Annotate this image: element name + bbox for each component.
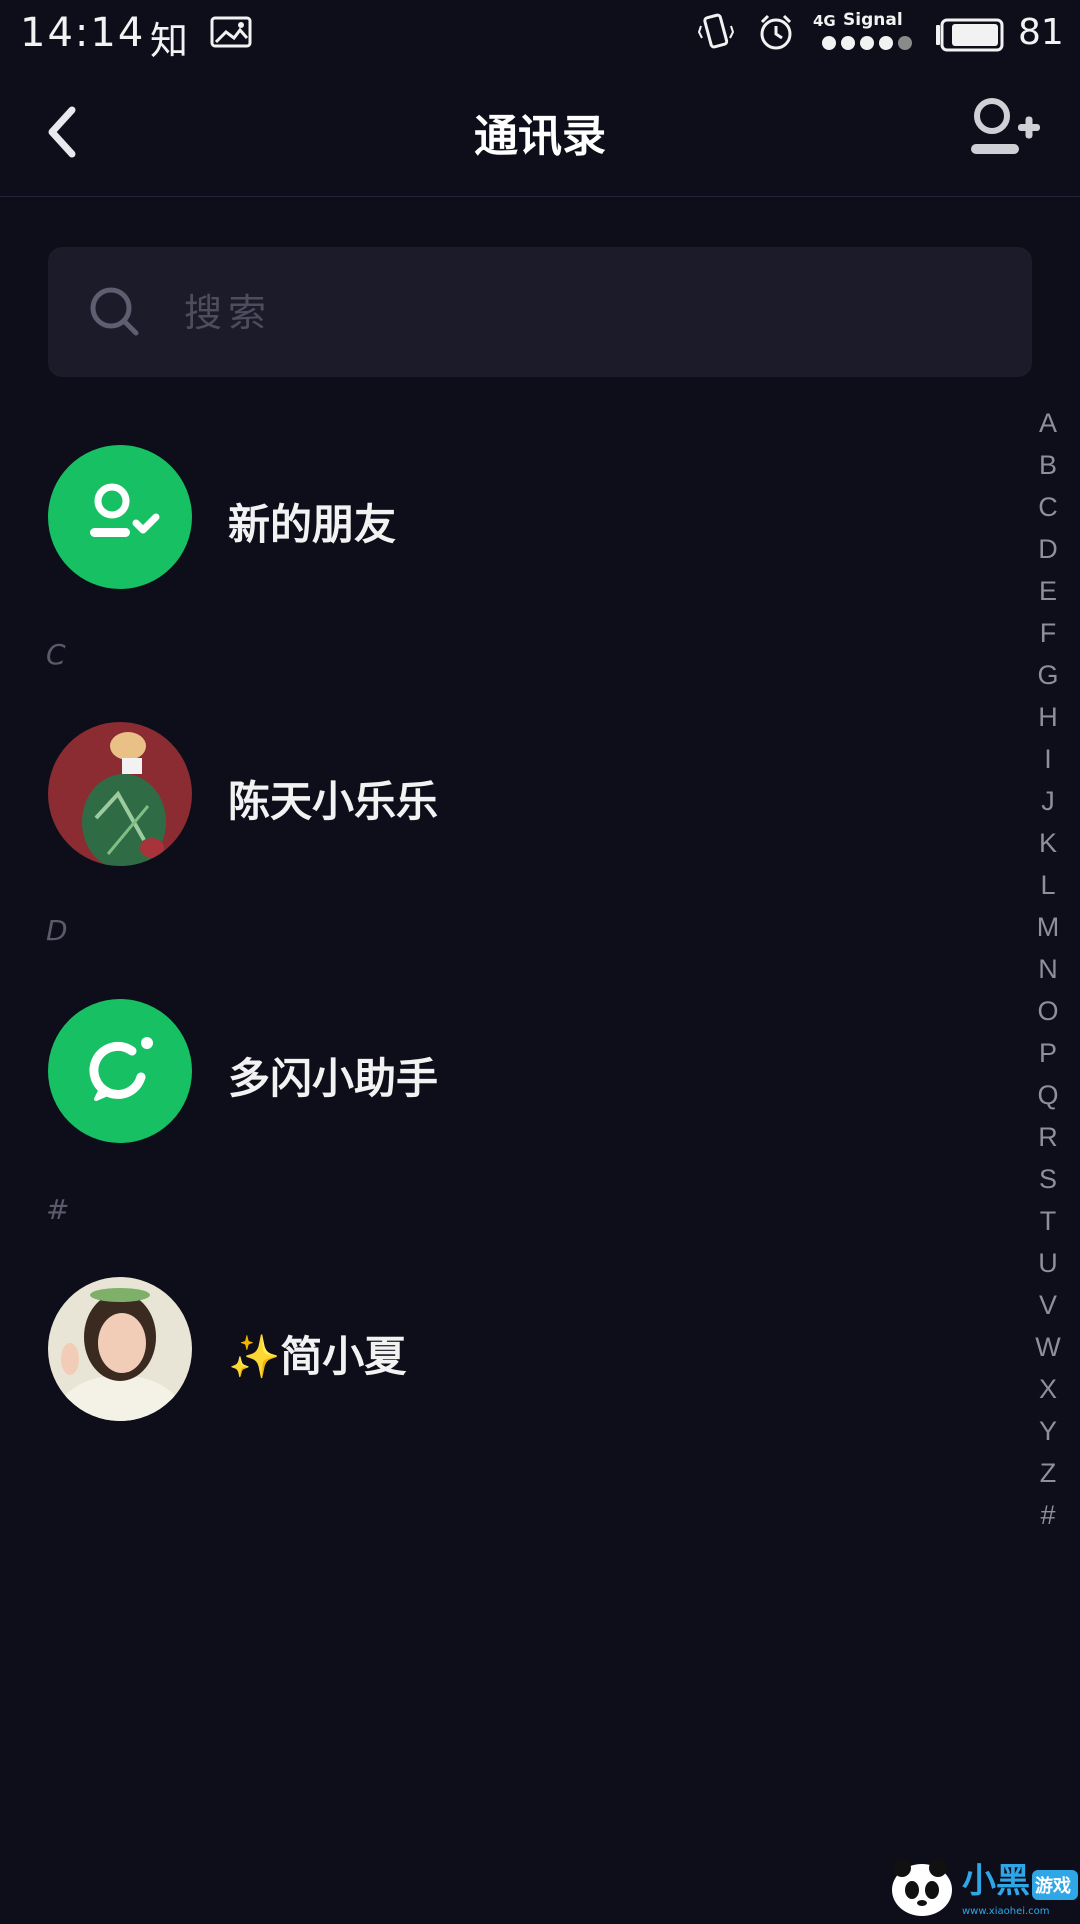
contact-item[interactable]: 多闪小助手: [0, 999, 1010, 1143]
index-letter[interactable]: L: [1040, 864, 1055, 906]
search-input[interactable]: [182, 247, 986, 379]
vibrate-icon: [696, 12, 736, 56]
index-letter[interactable]: F: [1040, 612, 1057, 654]
index-letter[interactable]: Q: [1037, 1074, 1058, 1116]
index-letter[interactable]: M: [1037, 906, 1060, 948]
contact-name: ✨简小夏: [228, 1332, 407, 1381]
status-app-label: 知: [150, 19, 189, 63]
index-letter[interactable]: T: [1040, 1200, 1057, 1242]
section-header-d: D: [46, 914, 68, 947]
battery-icon: [934, 18, 1006, 56]
index-letter[interactable]: G: [1037, 654, 1058, 696]
new-friends-icon: [48, 445, 192, 589]
battery-level: 81: [1018, 12, 1064, 53]
alphabet-index[interactable]: A B C D E F G H I J K L M N O P Q R S T U V W X Y Z #: [1028, 402, 1068, 1536]
contact-name: 陈天小乐乐: [228, 777, 439, 826]
svg-text:黑: 黑: [996, 1861, 1030, 1901]
svg-text:游戏: 游戏: [1035, 1875, 1071, 1897]
page-title: 通讯录: [474, 111, 606, 162]
network-type: 4G: [813, 12, 836, 30]
avatar: [48, 722, 192, 866]
avatar: [48, 1277, 192, 1421]
status-time: 14:14: [20, 10, 146, 56]
contact-item[interactable]: ✨简小夏: [0, 1277, 1010, 1421]
index-letter[interactable]: B: [1039, 444, 1057, 486]
index-letter[interactable]: E: [1039, 570, 1057, 612]
index-letter[interactable]: H: [1038, 696, 1058, 738]
alarm-icon: [756, 12, 796, 56]
index-letter[interactable]: N: [1038, 948, 1058, 990]
index-letter[interactable]: V: [1039, 1284, 1057, 1326]
add-friend-icon: [971, 98, 1040, 154]
signal-label: Signal: [843, 10, 903, 30]
index-letter[interactable]: #: [1040, 1494, 1055, 1536]
index-letter[interactable]: X: [1039, 1368, 1057, 1410]
section-header-hash: #: [46, 1193, 70, 1226]
index-letter[interactable]: A: [1039, 402, 1057, 444]
index-letter[interactable]: C: [1038, 486, 1058, 528]
index-letter[interactable]: W: [1035, 1326, 1060, 1368]
index-letter[interactable]: R: [1038, 1116, 1058, 1158]
svg-text:www.xiaohei.com: www.xiaohei.com: [962, 1906, 1050, 1917]
index-letter[interactable]: O: [1037, 990, 1058, 1032]
index-letter[interactable]: Z: [1040, 1452, 1057, 1494]
index-letter[interactable]: J: [1041, 780, 1055, 822]
new-friends-label: 新的朋友: [228, 500, 397, 549]
status-bar: 14:14 知 4G Signal 81: [0, 0, 1080, 70]
gallery-icon: [210, 16, 252, 52]
new-friends-item[interactable]: 新的朋友: [0, 445, 1010, 589]
add-friend-button[interactable]: [966, 96, 1042, 166]
header-bar: 通讯录: [0, 70, 1080, 197]
signal-strength-icon: [822, 36, 912, 50]
index-letter[interactable]: D: [1038, 528, 1058, 570]
index-letter[interactable]: Y: [1039, 1410, 1057, 1452]
index-letter[interactable]: U: [1038, 1242, 1058, 1284]
index-letter[interactable]: K: [1039, 822, 1057, 864]
svg-text:小: 小: [962, 1861, 996, 1901]
watermark-logo: 小 黑 游戏 www.xiaohei.com: [886, 1848, 1080, 1924]
index-letter[interactable]: I: [1044, 738, 1052, 780]
index-letter[interactable]: P: [1039, 1032, 1057, 1074]
contact-name: 多闪小助手: [228, 1054, 439, 1103]
search-box[interactable]: [48, 247, 1032, 379]
contact-item[interactable]: 陈天小乐乐: [0, 722, 1010, 866]
assistant-icon: [48, 999, 192, 1143]
search-icon: [88, 285, 142, 343]
index-letter[interactable]: S: [1039, 1158, 1057, 1200]
section-header-c: C: [46, 638, 66, 671]
